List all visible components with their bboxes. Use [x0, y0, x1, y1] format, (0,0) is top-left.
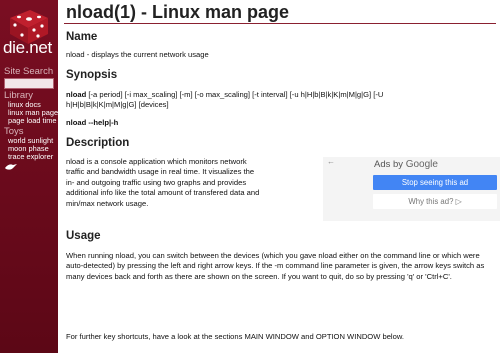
google-brand: Google: [405, 159, 438, 170]
name-text: nload - displays the current network usa…: [66, 50, 209, 59]
description-heading: Description: [66, 137, 130, 149]
stop-seeing-ad-button[interactable]: Stop seeing this ad: [373, 175, 497, 190]
synopsis-line-2: h|H|b|B|k|K|m|M|g|G] [devices]: [66, 100, 169, 110]
usage-text: When running nload, you can switch betwe…: [66, 251, 485, 281]
why-this-ad-button[interactable]: Why this ad? ▷: [373, 194, 497, 209]
ads-by-google-label: Ads by Google: [374, 159, 438, 170]
shortcuts-text: For further key shortcuts, have a look a…: [66, 332, 405, 341]
synopsis-help: nload --help|-h: [66, 118, 119, 127]
sidebar-link-trace-explorer[interactable]: trace explorer: [8, 152, 53, 161]
sidebar-link-page-load-time[interactable]: page load time: [8, 116, 56, 125]
sidebar: die.net Site Search Library linux docs l…: [0, 0, 62, 353]
site-search-heading: Site Search: [4, 66, 54, 77]
synopsis-text: nload [-a period] [-i max_scaling] [-m] …: [66, 90, 384, 110]
title-divider: [64, 23, 496, 24]
usage-heading: Usage: [66, 230, 101, 242]
page-title: nload(1) - Linux man page: [66, 2, 290, 22]
synopsis-line-1: [-a period] [-i max_scaling] [-m] [-o ma…: [88, 90, 384, 99]
ad-block: ← Ads by Google Stop seeing this ad Why …: [323, 157, 500, 221]
site-search-input[interactable]: [4, 78, 54, 89]
name-heading: Name: [66, 31, 98, 43]
bird-icon: [5, 164, 17, 170]
synopsis-heading: Synopsis: [66, 69, 118, 81]
ad-back-arrow-icon[interactable]: ←: [327, 157, 335, 166]
description-text: nload is a console application which mon…: [66, 157, 260, 208]
site-logo-text[interactable]: die.net: [3, 38, 52, 58]
ads-by-label: Ads by: [374, 159, 404, 170]
main-content: nload(1) - Linux man page Name nload - d…: [58, 0, 500, 353]
